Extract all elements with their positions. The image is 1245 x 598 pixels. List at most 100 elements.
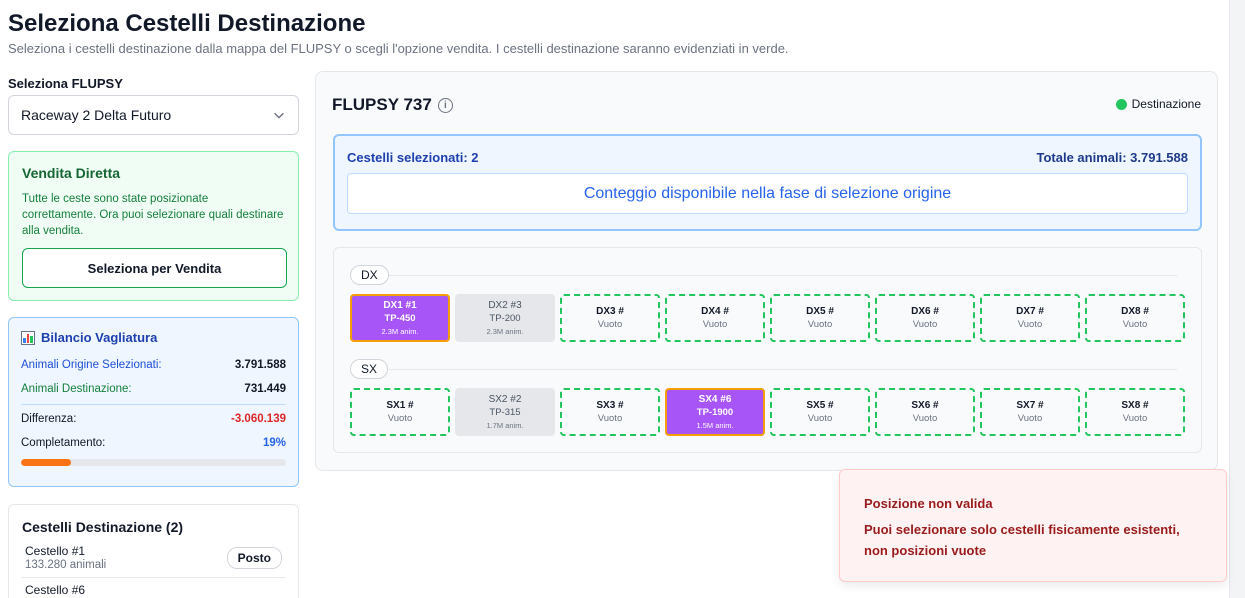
- row-sx-cells: SX1 # Vuoto SX2 #2 TP-315 1.7M anim. SX3 # Vuo…: [350, 388, 1185, 436]
- row-divider: [389, 275, 1177, 276]
- basket-cell[interactable]: SX5 # Vuoto: [770, 388, 870, 436]
- completamento-value: 19%: [262, 437, 286, 449]
- cestelli-destinazione-card: Cestelli Destinazione (2) Cestello #1 13…: [8, 504, 299, 598]
- basket-name: DX7 #: [1016, 306, 1044, 317]
- basket-name: DX3 #: [596, 306, 624, 317]
- bilancio-title: Bilancio Vagliatura: [41, 330, 158, 345]
- basket-sub: Vuoto: [1017, 413, 1043, 424]
- basket-name: SX1 #: [386, 400, 414, 411]
- legend: Destinazione: [1115, 97, 1201, 111]
- basket-cell[interactable]: DX6 # Vuoto: [875, 294, 975, 342]
- basket-cell[interactable]: SX8 # Vuoto: [1085, 388, 1185, 436]
- destinazioni-title: Cestelli Destinazione (2): [22, 519, 184, 535]
- basket-name: SX5 #: [806, 400, 834, 411]
- basket-anim: 2.3M anim.: [381, 326, 419, 336]
- list-item: Cestello #1 133.280 animali Posto: [22, 535, 285, 578]
- basket-name: DX4 #: [701, 306, 729, 317]
- error-toast[interactable]: Posizione non valida Puoi selezionare so…: [839, 469, 1227, 582]
- destination-dot-icon: [1115, 98, 1127, 110]
- basket-sub: Vuoto: [807, 319, 833, 330]
- flupsy-panel: FLUPSY 737 i Destinazione Cestelli selez…: [315, 71, 1218, 471]
- basket-anim: 2.3M anim.: [486, 326, 524, 336]
- basket-sub: Vuoto: [387, 413, 413, 424]
- toast-message: Puoi selezionare solo cestelli fisicamen…: [864, 522, 1180, 558]
- basket-cell[interactable]: SX6 # Vuoto: [875, 388, 975, 436]
- basket-cell[interactable]: DX8 # Vuoto: [1085, 294, 1185, 342]
- basket-cell[interactable]: DX5 # Vuoto: [770, 294, 870, 342]
- basket-name: DX6 #: [911, 306, 939, 317]
- basket-sub: Vuoto: [1122, 319, 1148, 330]
- basket-sub: TP-1900: [696, 406, 734, 418]
- dest-sub: 133.280 animali: [25, 559, 107, 571]
- basket-name: SX2 #2: [488, 393, 522, 405]
- flupsy-select[interactable]: Raceway 2 Delta Futuro: [8, 95, 299, 135]
- row-divider: [389, 369, 1177, 370]
- origine-label: Animali Origine Selezionati:: [21, 359, 162, 371]
- basket-sub: Vuoto: [807, 413, 833, 424]
- bar-chart-icon: [21, 330, 35, 345]
- basket-cell[interactable]: DX7 # Vuoto: [980, 294, 1080, 342]
- row-dx-cells: DX1 #1 TP-450 2.3M anim. DX2 #3 TP-200 2.3M a…: [350, 294, 1185, 342]
- row-label-sx: SX: [350, 359, 389, 379]
- basket-name: DX1 #1: [383, 299, 417, 311]
- differenza-value: -3.060.139: [231, 413, 286, 425]
- origine-value: 3.791.588: [234, 359, 286, 371]
- flupsy-select-value: Raceway 2 Delta Futuro: [21, 107, 172, 123]
- row-label-dx: DX: [350, 265, 389, 285]
- basket-name: DX2 #3: [488, 299, 522, 311]
- basket-anim: 1.7M anim.: [486, 420, 524, 430]
- posto-button[interactable]: Posto: [226, 546, 282, 569]
- differenza-label: Differenza:: [21, 413, 77, 425]
- page-subtitle: Seleziona i cestelli destinazione dalla …: [8, 41, 789, 56]
- dest-name: Cestello #1: [25, 544, 86, 558]
- chevron-down-icon: [274, 112, 284, 119]
- destinazione-row: Animali Destinazione: 731.449: [21, 377, 286, 401]
- basket-sub: TP-200: [489, 312, 521, 324]
- list-item: Cestello #6: [22, 578, 285, 598]
- basket-sub: Vuoto: [912, 413, 938, 424]
- basket-sub: Vuoto: [597, 319, 623, 330]
- basket-cell[interactable]: SX1 # Vuoto: [350, 388, 450, 436]
- info-icon[interactable]: i: [437, 97, 453, 113]
- basket-sub: Vuoto: [1017, 319, 1043, 330]
- basket-cell[interactable]: DX3 # Vuoto: [560, 294, 660, 342]
- basket-sub: Vuoto: [912, 319, 938, 330]
- basket-cell[interactable]: SX3 # Vuoto: [560, 388, 660, 436]
- selezionati-label: Cestelli selezionati: 2: [347, 150, 479, 165]
- page-title: Seleziona Cestelli Destinazione: [8, 10, 366, 37]
- dest-name: Cestello #6: [25, 583, 86, 597]
- basket-name: SX3 #: [596, 400, 624, 411]
- progress-fill: [21, 459, 72, 466]
- basket-cell[interactable]: SX4 #6 TP-1900 1.5M anim.: [665, 388, 765, 436]
- basket-anim: 1.5M anim.: [696, 420, 734, 430]
- divider: [21, 404, 286, 405]
- basket-sub: TP-450: [384, 312, 416, 324]
- basket-name: SX6 #: [911, 400, 939, 411]
- completamento-progress: [21, 459, 286, 466]
- basket-sub: Vuoto: [597, 413, 623, 424]
- origine-row: Animali Origine Selezionati: 3.791.588: [21, 353, 286, 377]
- basket-cell[interactable]: DX2 #3 TP-200 2.3M anim.: [455, 294, 555, 342]
- flupsy-header: FLUPSY 737 i: [332, 95, 453, 115]
- flupsy-select-label: Seleziona FLUPSY: [8, 76, 123, 91]
- seleziona-vendita-button[interactable]: Seleziona per Vendita: [22, 248, 287, 288]
- basket-cell[interactable]: DX1 #1 TP-450 2.3M anim.: [350, 294, 450, 342]
- basket-sub: Vuoto: [1122, 413, 1148, 424]
- flupsy-title: FLUPSY 737: [332, 95, 432, 114]
- vendita-title: Vendita Diretta: [22, 165, 121, 181]
- conteggio-box: Conteggio disponibile nella fase di sele…: [347, 173, 1188, 214]
- basket-cell[interactable]: SX7 # Vuoto: [980, 388, 1080, 436]
- basket-cell[interactable]: DX4 # Vuoto: [665, 294, 765, 342]
- page: Seleziona Cestelli Destinazione Selezion…: [0, 0, 1230, 598]
- basket-cell[interactable]: SX2 #2 TP-315 1.7M anim.: [455, 388, 555, 436]
- legend-label: Destinazione: [1131, 97, 1201, 111]
- basket-sub: Vuoto: [702, 319, 728, 330]
- selection-summary: Cestelli selezionati: 2 Totale animali: …: [333, 134, 1202, 231]
- totale-label: Totale animali: 3.791.588: [1036, 150, 1189, 165]
- vendita-text: Tutte le ceste sono state posizionate co…: [22, 193, 284, 237]
- basket-name: SX7 #: [1016, 400, 1044, 411]
- bilancio-card: Bilancio Vagliatura Animali Origine Sele…: [8, 317, 299, 487]
- basket-name: SX8 #: [1121, 400, 1149, 411]
- destinazione-label: Animali Destinazione:: [21, 383, 132, 395]
- bilancio-header: Bilancio Vagliatura: [21, 330, 286, 345]
